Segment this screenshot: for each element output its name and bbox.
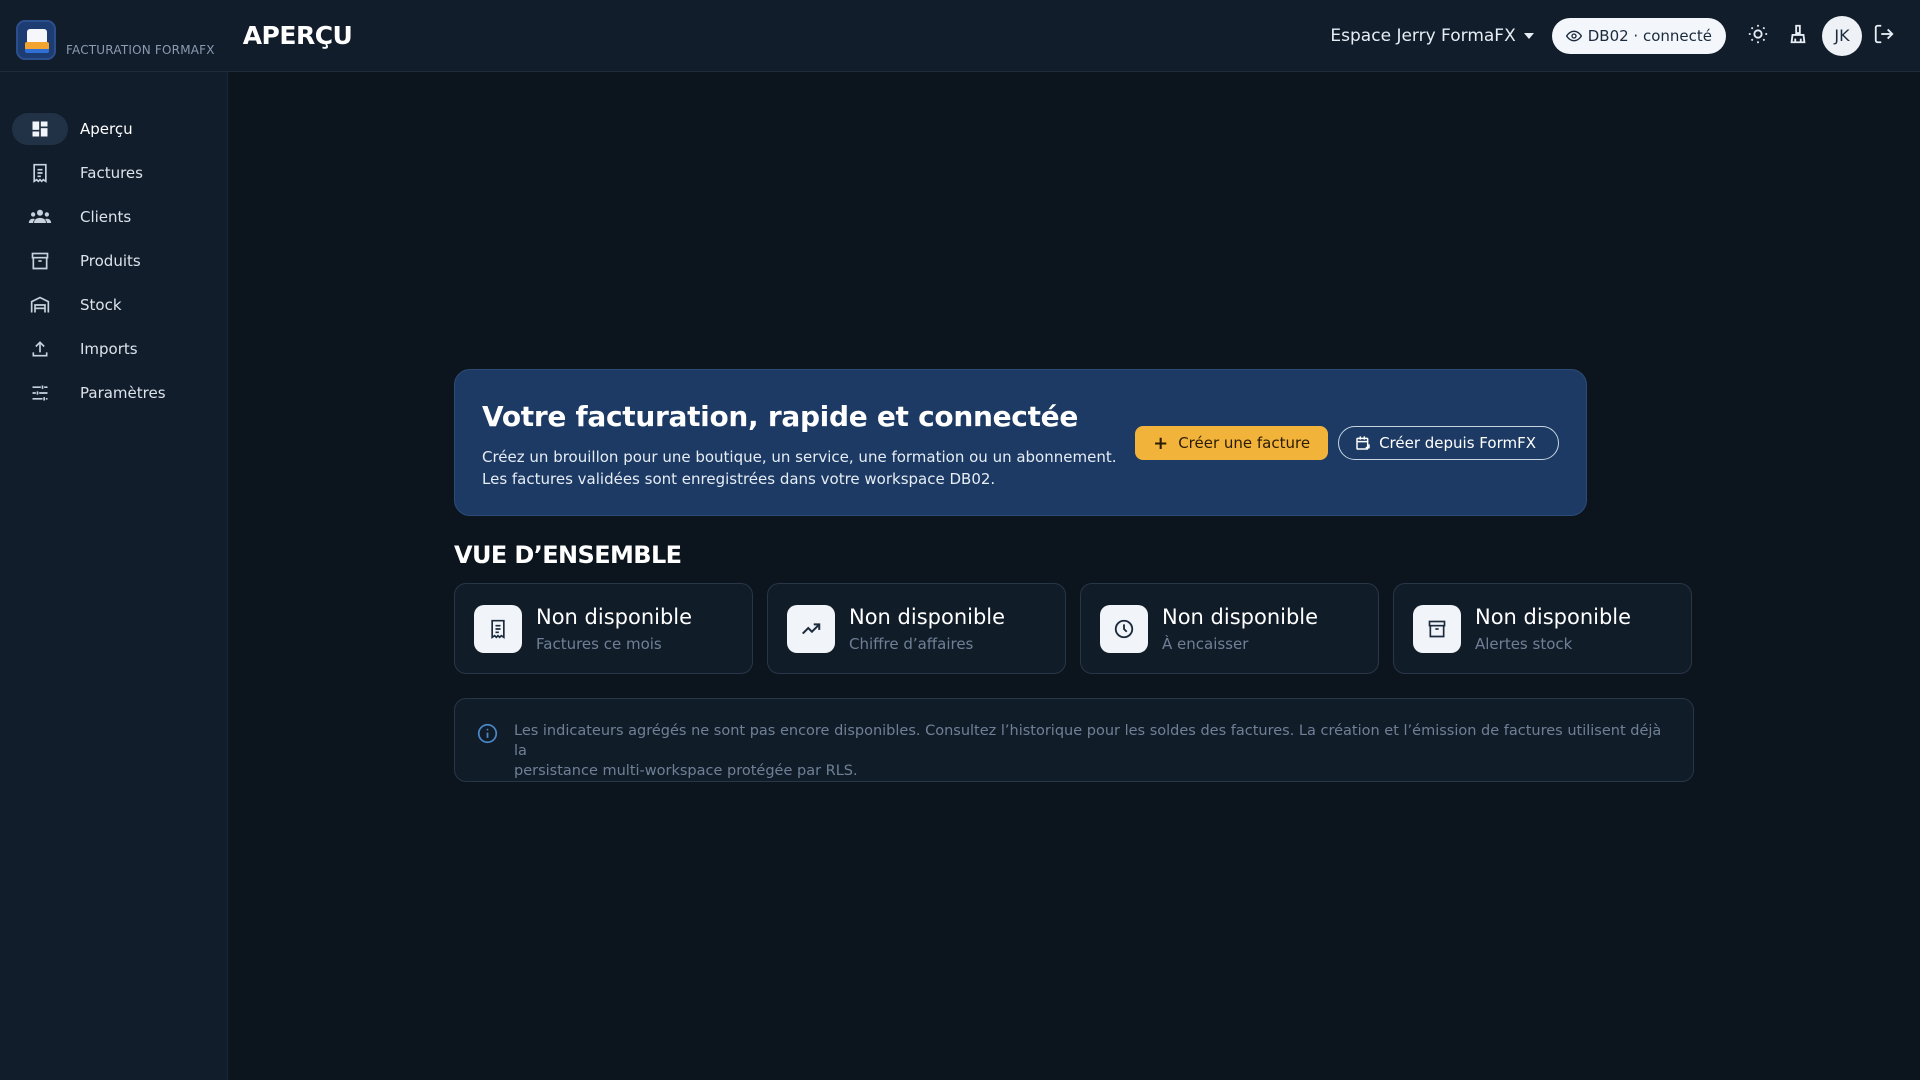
sun-icon bbox=[1747, 23, 1769, 49]
hero-description-line: Créez un brouillon pour une boutique, un… bbox=[482, 448, 1117, 466]
plus-icon: + bbox=[1153, 432, 1169, 454]
clear-button[interactable] bbox=[1780, 18, 1816, 54]
brand[interactable]: FACTURATION FORMAFX bbox=[16, 12, 215, 60]
sidebar-item-imports[interactable]: Imports bbox=[0, 327, 227, 371]
stat-card-revenue: Non disponible Chiffre d’affaires bbox=[767, 583, 1066, 674]
hero-description-line: Les factures validées sont enregistrées … bbox=[482, 470, 996, 488]
sidebar-item-label: Aperçu bbox=[80, 120, 133, 138]
sidebar-item-label: Factures bbox=[80, 164, 143, 182]
invoice-icon bbox=[12, 157, 68, 189]
stat-value: Non disponible bbox=[849, 604, 1006, 629]
logout-button[interactable] bbox=[1866, 18, 1902, 54]
workspace-selector[interactable]: Espace Jerry FormaFX bbox=[1330, 25, 1534, 46]
sidebar-item-apercu[interactable]: Aperçu bbox=[0, 107, 227, 151]
info-text: Les indicateurs agrégés ne sont pas enco… bbox=[514, 721, 1664, 781]
sidebar: Aperçu Factures Clients Produits Stock I… bbox=[0, 72, 228, 1080]
info-icon bbox=[477, 723, 498, 748]
stat-card-invoices: Non disponible Factures ce mois bbox=[454, 583, 753, 674]
app-logo bbox=[16, 19, 56, 60]
sidebar-item-produits[interactable]: Produits bbox=[0, 239, 227, 283]
info-text-line: persistance multi-workspace protégée par… bbox=[514, 763, 858, 779]
sidebar-item-label: Clients bbox=[80, 208, 132, 226]
brand-name: FACTURATION FORMAFX bbox=[66, 42, 215, 57]
overview-cards: Non disponible Factures ce mois Non disp… bbox=[454, 583, 1692, 674]
logout-icon bbox=[1873, 23, 1895, 49]
broom-icon bbox=[1787, 23, 1809, 49]
sidebar-item-parametres[interactable]: Paramètres bbox=[0, 371, 227, 415]
hero-banner: Votre facturation, rapide et connectée C… bbox=[454, 369, 1587, 516]
top-bar: FACTURATION FORMAFX APERÇU Espace Jerry … bbox=[0, 0, 1920, 72]
db-status-badge[interactable]: DB02 · connecté bbox=[1551, 17, 1726, 54]
stat-label: Chiffre d’affaires bbox=[849, 634, 974, 653]
hero-title: Votre facturation, rapide et connectée bbox=[482, 400, 1079, 433]
caret-down-icon bbox=[1523, 32, 1534, 39]
stat-card-stock-alerts: Non disponible Alertes stock bbox=[1393, 583, 1692, 674]
warehouse-icon bbox=[12, 289, 68, 321]
create-invoice-button[interactable]: + Créer une facture bbox=[1135, 426, 1329, 460]
archive-icon bbox=[1413, 604, 1461, 653]
info-text-line: Les indicateurs agrégés ne sont pas enco… bbox=[514, 723, 1662, 759]
stat-card-to-collect: Non disponible À encaisser bbox=[1080, 583, 1379, 674]
info-notice: Les indicateurs agrégés ne sont pas enco… bbox=[454, 698, 1694, 782]
stat-label: Alertes stock bbox=[1475, 634, 1573, 653]
people-icon bbox=[12, 201, 68, 233]
avatar[interactable]: JK bbox=[1822, 15, 1862, 56]
eye-icon bbox=[1565, 28, 1582, 44]
sidebar-item-label: Paramètres bbox=[80, 384, 166, 402]
stat-value: Non disponible bbox=[536, 604, 693, 629]
clock-icon bbox=[1100, 604, 1148, 653]
trending-up-icon bbox=[787, 604, 835, 653]
workspace-label: Espace Jerry FormaFX bbox=[1330, 25, 1516, 46]
section-title-overview: VUE D’ENSEMBLE bbox=[454, 541, 682, 569]
create-invoice-label: Créer une facture bbox=[1178, 434, 1311, 452]
theme-toggle-button[interactable] bbox=[1740, 18, 1776, 54]
invoice-icon bbox=[474, 604, 522, 653]
tune-icon bbox=[12, 377, 68, 409]
upload-icon bbox=[12, 333, 68, 365]
calendar-sync-icon bbox=[1355, 435, 1371, 451]
page-title: APERÇU bbox=[242, 21, 353, 50]
sidebar-item-clients[interactable]: Clients bbox=[0, 195, 227, 239]
create-from-formfx-label: Créer depuis FormFX bbox=[1379, 434, 1536, 452]
sidebar-item-label: Stock bbox=[80, 296, 122, 314]
stat-label: Factures ce mois bbox=[536, 634, 662, 653]
sidebar-item-stock[interactable]: Stock bbox=[0, 283, 227, 327]
create-from-formfx-button[interactable]: Créer depuis FormFX bbox=[1338, 426, 1559, 460]
stat-value: Non disponible bbox=[1162, 604, 1319, 629]
archive-icon bbox=[12, 245, 68, 277]
sidebar-item-factures[interactable]: Factures bbox=[0, 151, 227, 195]
sidebar-item-label: Produits bbox=[80, 252, 141, 270]
dashboard-icon bbox=[12, 113, 68, 145]
stat-value: Non disponible bbox=[1475, 604, 1632, 629]
sidebar-item-label: Imports bbox=[80, 340, 138, 358]
hero-description: Créez un brouillon pour une boutique, un… bbox=[482, 446, 1116, 490]
stat-label: À encaisser bbox=[1162, 634, 1249, 653]
db-status-label: DB02 · connecté bbox=[1587, 26, 1712, 45]
